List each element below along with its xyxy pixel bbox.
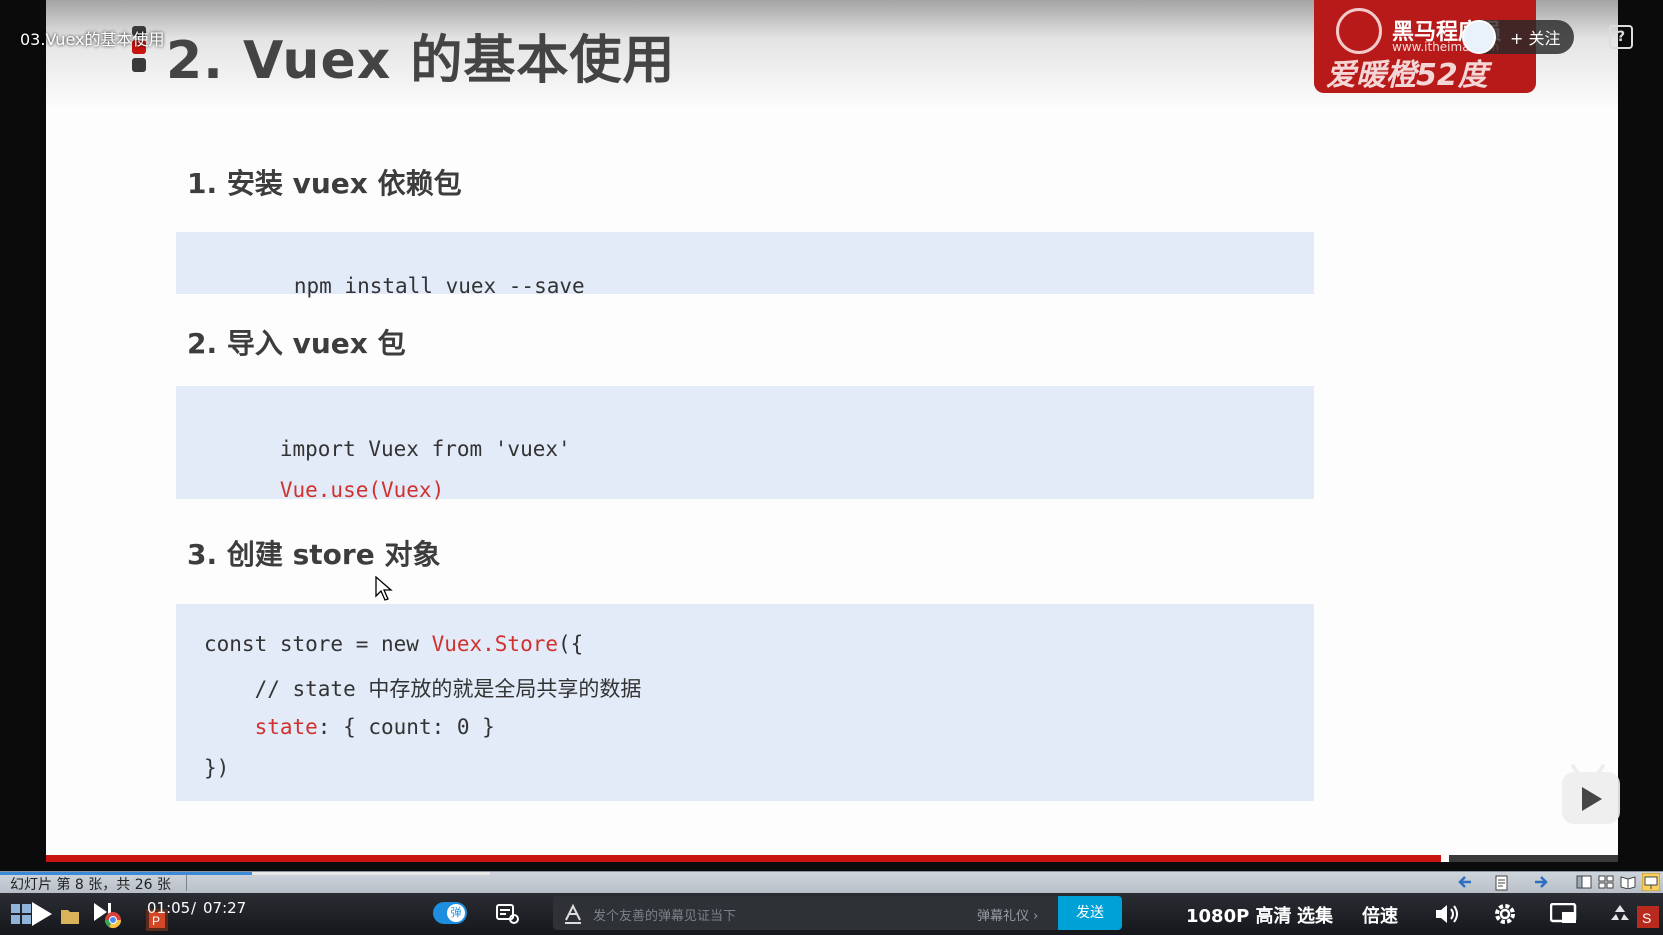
windows-start-icon[interactable] — [10, 903, 32, 925]
follow-label: + 关注 — [1510, 29, 1561, 48]
folder-icon[interactable] — [60, 907, 80, 925]
mouse-cursor-icon — [375, 576, 393, 601]
ppt-progress-track — [252, 872, 490, 875]
code-token: ({ — [558, 632, 584, 656]
code-block-install: npm install vuex --save — [176, 232, 1314, 298]
danmaku-settings-icon[interactable] — [496, 903, 520, 925]
code-token: }) — [204, 756, 230, 780]
avatar — [1462, 20, 1496, 54]
svg-text:S: S — [1642, 910, 1651, 926]
normal-view-icon[interactable] — [1576, 875, 1592, 889]
code-line: npm install vuex --save — [218, 250, 585, 322]
send-button[interactable]: 发送 — [1058, 896, 1122, 930]
text-style-icon[interactable] — [563, 904, 583, 924]
picture-in-picture-icon[interactable] — [1550, 903, 1578, 925]
section-heading-store: 3. 创建 store 对象 — [187, 538, 441, 571]
time-separator: / — [191, 899, 197, 917]
player-control-bar: P 01:05 / 07:27 弹 发个友善的弹幕见证当下 弹幕礼仪 › 发送 … — [0, 893, 1663, 935]
ppt-status-bar: 幻灯片 第 8 张，共 26 张 — [0, 871, 1663, 894]
code-token: : { count: 0 } — [317, 715, 495, 739]
play-icon[interactable] — [30, 901, 54, 927]
notes-icon[interactable] — [1494, 875, 1510, 891]
danmaku-placeholder: 发个友善的弹幕见证当下 — [593, 909, 737, 924]
play-icon — [1582, 787, 1602, 811]
speed-button[interactable]: 倍速 — [1362, 902, 1398, 928]
prev-slide-icon[interactable] — [1457, 875, 1473, 889]
code-line: }) — [204, 756, 229, 780]
danmaku-etiquette-link[interactable]: 弹幕礼仪 › — [977, 905, 1038, 924]
section-heading-import: 2. 导入 vuex 包 — [187, 327, 406, 360]
code-line: const store = new Vuex.Store({ — [204, 632, 583, 656]
video-title: 03.Vuex的基本使用 — [20, 30, 165, 49]
danmaku-toggle[interactable]: 弹 — [433, 902, 467, 924]
slide-footer-bar-dark — [1449, 855, 1618, 862]
code-token: // state 中存放的就是全局共享的数据 — [204, 677, 642, 701]
code-line: state: { count: 0 } — [204, 715, 495, 739]
logo-slogan: 爱暖橙52度 — [1326, 58, 1488, 93]
code-token: npm install vuex --save — [293, 274, 585, 298]
sorter-view-icon[interactable] — [1598, 875, 1614, 889]
recycle-bin-icon[interactable] — [1607, 902, 1633, 926]
code-token: state — [254, 715, 318, 739]
settings-gear-icon[interactable] — [1492, 901, 1518, 927]
code-block-store: const store = new Vuex.Store({ // state … — [176, 604, 1314, 801]
episodes-button[interactable]: 选集 — [1297, 902, 1333, 928]
slide: 2. Vuex 的基本使用 黑马程序员 www.itheima.com 爱暖橙5… — [46, 0, 1618, 862]
slide-footer-bar — [46, 855, 1441, 862]
follow-button[interactable]: + 关注 — [1462, 20, 1574, 54]
danmaku-input[interactable]: 发个友善的弹幕见证当下 弹幕礼仪 › — [553, 896, 1058, 930]
slideshow-view-icon[interactable] — [1642, 873, 1660, 891]
ppt-slide-info: 幻灯片 第 8 张，共 26 张 — [10, 877, 171, 893]
chrome-icon[interactable] — [104, 911, 122, 929]
code-line: // state 中存放的就是全局共享的数据 — [204, 673, 642, 703]
divider — [186, 874, 187, 891]
code-block-import: import Vuex from 'vuex' Vue.use(Vuex) — [176, 386, 1314, 502]
time-current: 01:05 — [147, 899, 191, 917]
code-line: Vue.use(Vuex) — [204, 454, 444, 526]
code-token: Vue.use(Vuex) — [279, 478, 445, 502]
section-heading-install: 1. 安装 vuex 依赖包 — [187, 167, 462, 200]
quality-button[interactable]: 1080P 高清 — [1186, 902, 1292, 928]
help-icon[interactable]: ? — [1609, 25, 1633, 49]
slide-title: 2. Vuex 的基本使用 — [166, 31, 676, 91]
code-token: Vuex.Store — [431, 632, 559, 656]
mini-play-button[interactable] — [1562, 772, 1620, 824]
app-tray-icon[interactable]: S — [1637, 906, 1659, 928]
time-total: 07:27 — [203, 899, 247, 917]
next-slide-icon[interactable] — [1533, 875, 1549, 889]
danmaku-toggle-label: 弹 — [447, 904, 465, 922]
horse-logo-icon — [1336, 8, 1382, 54]
volume-icon[interactable] — [1434, 902, 1460, 926]
code-token: const store = new — [204, 632, 432, 656]
reading-view-icon[interactable] — [1620, 875, 1636, 889]
